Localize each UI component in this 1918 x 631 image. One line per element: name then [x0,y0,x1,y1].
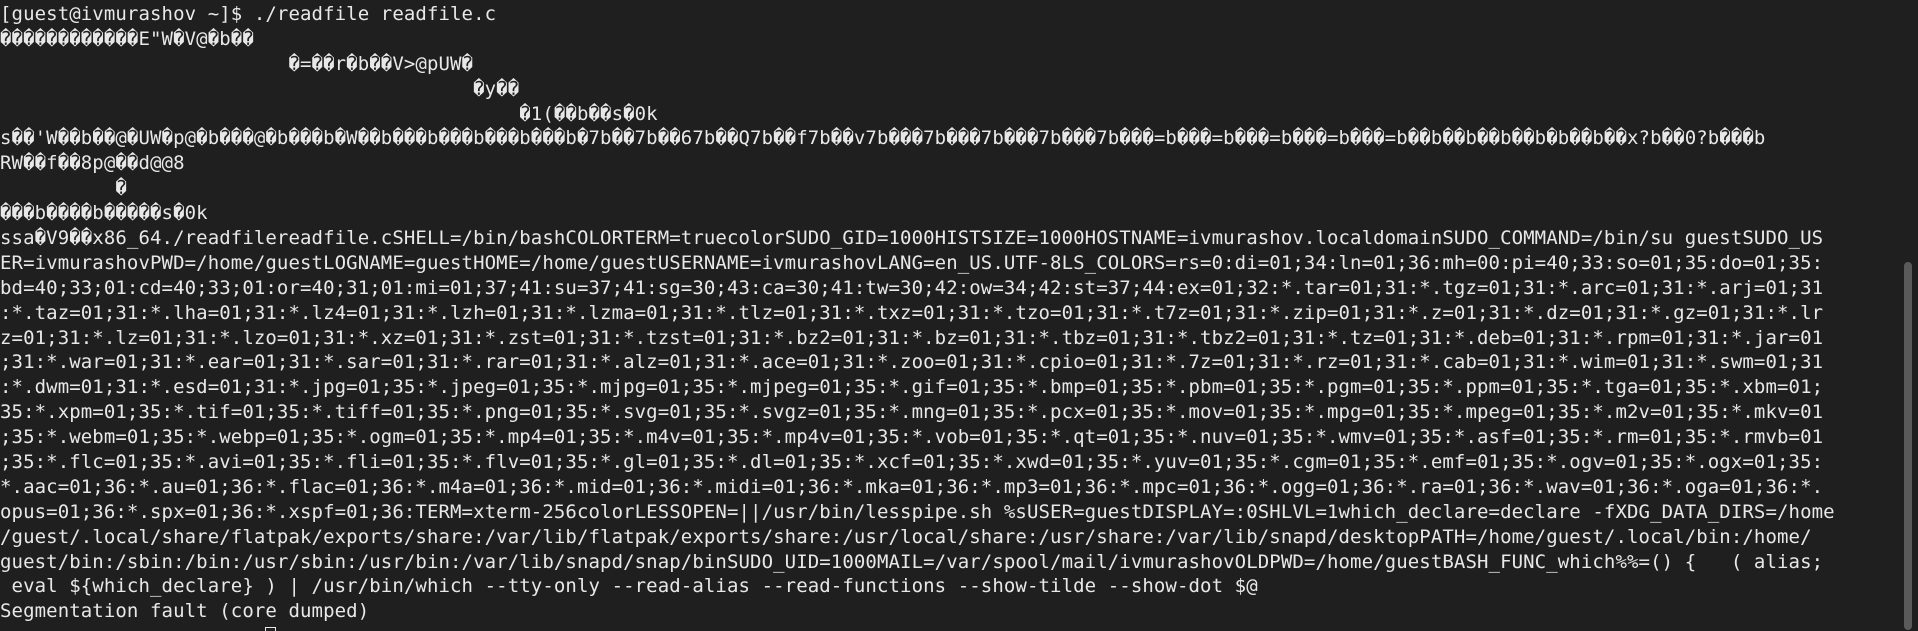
terminal-line: ������������E"W�V@�b�� [0,27,254,50]
terminal-line: �=��r�b��V>@pUW� [0,52,474,75]
terminal-line: �1(��b��s�0k [0,102,658,125]
terminal-line-environment: 35:*.xpm=01;35:*.tif=01;35:*.tiff=01;35:… [0,401,1824,424]
vertical-scrollbar[interactable] [1898,0,1918,631]
terminal-line-environment: eval ${which_declare} ) | /usr/bin/which… [0,575,1258,598]
terminal-line-environment: :*.dwm=01;31:*.esd=01;31:*.jpg=01;35:*.j… [0,376,1824,399]
terminal-line: s��'W��b��@�UW�p@�b���@�b���b�W��b���b��… [0,127,1766,150]
terminal-line-environment: opus=01;36:*.spx=01;36:*.xspf=01;36:TERM… [0,500,1835,523]
terminal-cursor [265,627,276,631]
terminal-line-environment: ssa�V9��x86_64./readfilereadfile.cSHELL=… [0,227,1824,250]
terminal-line: �y�� [0,77,520,100]
terminal-line-environment: ;35:*.webm=01;35:*.webp=01;35:*.ogm=01;3… [0,426,1824,449]
terminal-line-environment: /guest/.local/share/flatpak/exports/shar… [0,525,1812,548]
terminal-window[interactable]: [guest@ivmurashov ~]$ ./readfile readfil… [0,0,1918,631]
terminal-line-environment: :*.taz=01;31:*.lha=01;31:*.lz4=01;31:*.l… [0,301,1824,324]
terminal-line-environment: z=01;31:*.lz=01;31:*.lzo=01;31:*.xz=01;3… [0,326,1824,349]
terminal-line-environment: bd=40;33;01:cd=40;33;01:or=40;31;01:mi=0… [0,276,1824,299]
terminal-line: RW��f��8p@��d@@8 [0,152,185,175]
terminal-line-environment: ER=ivmurashovPWD=/home/guestLOGNAME=gues… [0,251,1824,274]
terminal-line-environment: guest/bin:/sbin:/bin:/usr/sbin:/usr/bin:… [0,550,1824,573]
terminal-line-prompt-command: [guest@ivmurashov ~]$ ./readfile readfil… [0,3,497,25]
terminal-line: � [0,177,127,200]
terminal-line-environment: *.aac=01;36:*.au=01;36:*.flac=01;36:*.m4… [0,475,1824,498]
terminal-line-environment: ;31:*.war=01;31:*.ear=01;31:*.sar=01;31:… [0,351,1824,374]
terminal-line-environment: ;35:*.flc=01;35:*.avi=01;35:*.fli=01;35:… [0,451,1824,474]
terminal-output[interactable]: [guest@ivmurashov ~]$ ./readfile readfil… [0,2,1898,631]
terminal-line: ���b����b�����s�0k [0,202,208,225]
terminal-line-error: Segmentation fault (core dumped) [0,600,370,623]
scrollbar-thumb[interactable] [1904,262,1912,630]
